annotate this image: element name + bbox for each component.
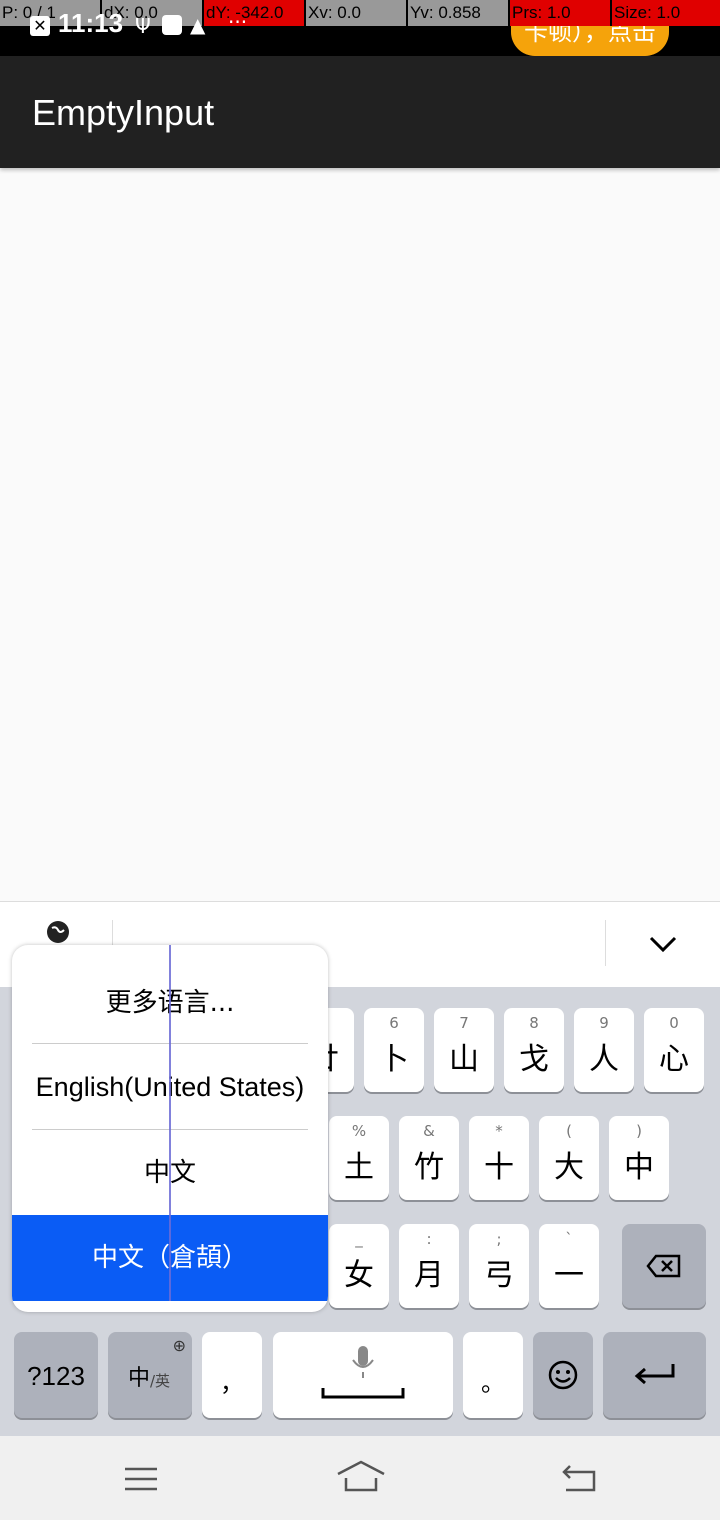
more-icon: ··· <box>228 10 248 34</box>
language-switch-key[interactable]: ⊕ 中 /英 <box>108 1332 192 1418</box>
key[interactable]: 8 戈 <box>504 1008 564 1092</box>
emoji-icon <box>548 1360 578 1390</box>
content-area[interactable] <box>0 168 720 901</box>
debug-size: Size: 1.0 <box>612 0 720 26</box>
key[interactable]: 6 卜 <box>364 1008 424 1092</box>
usb-icon: Ψ <box>135 14 151 38</box>
key[interactable]: % 土 <box>329 1116 389 1200</box>
chevron-down-icon[interactable] <box>648 932 678 956</box>
page-title: EmptyInput <box>32 92 215 133</box>
status-time: 11:13 <box>58 8 124 38</box>
backspace-icon <box>646 1254 681 1278</box>
back-icon[interactable] <box>560 1464 598 1494</box>
key[interactable]: _ 女 <box>329 1224 389 1308</box>
key[interactable]: ( 大 <box>539 1116 599 1200</box>
toolbar-divider <box>605 920 606 966</box>
period-key[interactable]: 。 <box>463 1332 523 1418</box>
debug-prs: Prs: 1.0 <box>510 0 610 26</box>
warning-icon: ▲ <box>190 13 206 37</box>
home-icon[interactable] <box>336 1460 386 1494</box>
key[interactable]: ) 中 <box>609 1116 669 1200</box>
symbols-key[interactable]: ?123 <box>14 1332 98 1418</box>
comma-key[interactable]: ， <box>202 1332 262 1418</box>
key[interactable]: * 十 <box>469 1116 529 1200</box>
app-notification-icon <box>162 15 182 35</box>
key[interactable]: ` 一 <box>539 1224 599 1308</box>
close-notification-icon: ✕ <box>30 16 50 36</box>
space-icon <box>321 1388 405 1399</box>
debug-yv: Yv: 0.858 <box>408 0 508 26</box>
enter-key[interactable] <box>603 1332 706 1418</box>
pointer-trace-line <box>169 945 171 1301</box>
key[interactable]: & 竹 <box>399 1116 459 1200</box>
microphone-icon <box>352 1346 374 1378</box>
key[interactable]: 0 心 <box>644 1008 704 1092</box>
globe-icon: ⊕ <box>172 1336 186 1355</box>
space-key[interactable] <box>273 1332 453 1418</box>
debug-dy: dY: -342.0 <box>204 0 304 26</box>
key[interactable]: 9 人 <box>574 1008 634 1092</box>
navigation-bar <box>0 1436 720 1520</box>
backspace-key[interactable] <box>622 1224 706 1308</box>
menu-icon[interactable] <box>123 1466 159 1492</box>
key[interactable]: 7 山 <box>434 1008 494 1092</box>
enter-icon <box>634 1364 675 1385</box>
key[interactable]: ; 弓 <box>469 1224 529 1308</box>
debug-xv: Xv: 0.0 <box>306 0 406 26</box>
globe-icon[interactable] <box>38 918 78 948</box>
emoji-key[interactable] <box>533 1332 593 1418</box>
key[interactable]: : 月 <box>399 1224 459 1308</box>
